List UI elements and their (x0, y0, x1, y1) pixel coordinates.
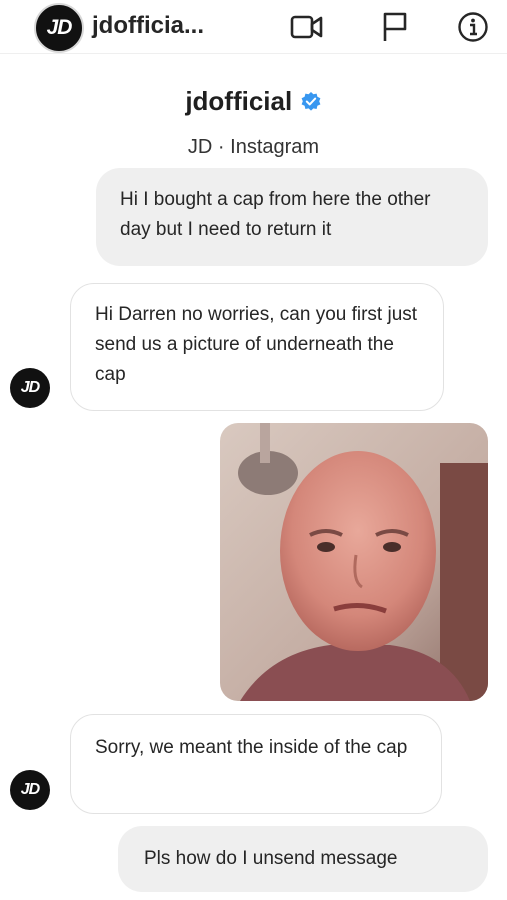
profile-avatar[interactable]: JD (34, 3, 84, 53)
video-call-icon[interactable] (290, 10, 324, 44)
profile-header: jdofficial (0, 86, 507, 117)
profile-name[interactable]: jdofficial (185, 86, 292, 116)
jd-logo-icon: JD (46, 16, 73, 39)
jd-logo-icon: JD (20, 379, 40, 396)
photo-message[interactable] (220, 423, 488, 701)
top-bar: JD jdofficia... (0, 0, 507, 54)
flag-icon[interactable] (378, 10, 412, 44)
verified-badge-icon (300, 91, 322, 113)
message-incoming[interactable]: Hi Darren no worries, can you first just… (70, 283, 444, 411)
sender-avatar[interactable]: JD (10, 368, 50, 408)
info-icon[interactable] (456, 10, 490, 44)
message-outgoing[interactable]: Pls how do I unsend message (118, 826, 488, 892)
profile-subtitle: JD · Instagram (187, 136, 320, 158)
message-outgoing[interactable]: Hi I bought a cap from here the other da… (96, 168, 488, 266)
message-incoming[interactable]: Sorry, we meant the inside of the cap (70, 714, 442, 814)
jd-logo-icon: JD (20, 781, 40, 798)
sender-avatar[interactable]: JD (10, 770, 50, 810)
top-username[interactable]: jdofficia... (92, 12, 204, 40)
